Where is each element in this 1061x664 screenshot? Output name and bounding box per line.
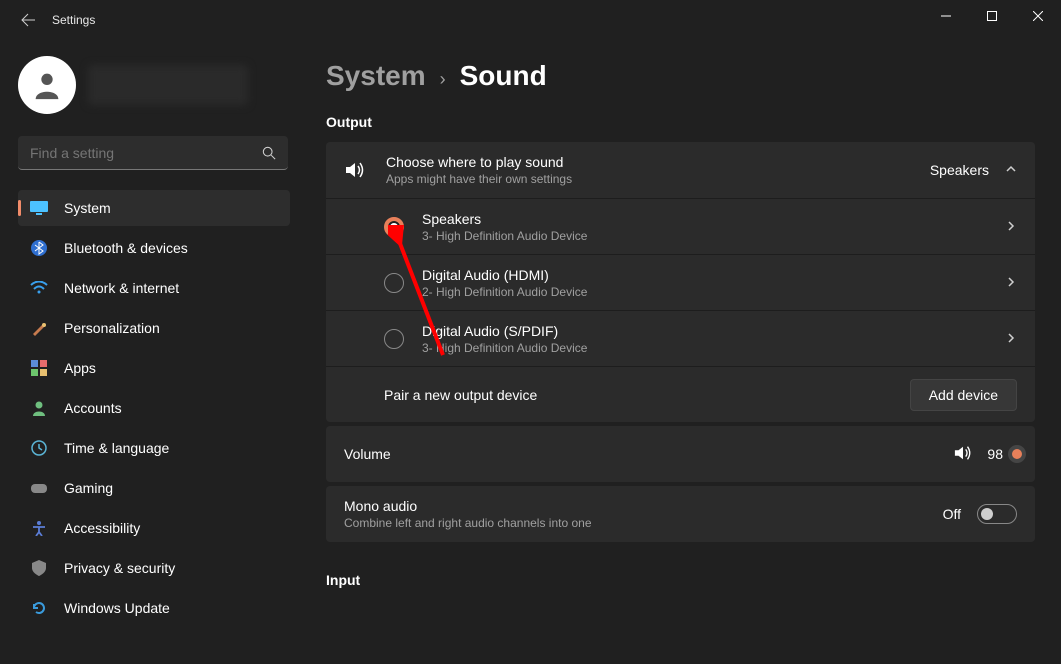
mono-title: Mono audio — [344, 498, 943, 514]
paintbrush-icon — [30, 319, 48, 337]
nav-label: System — [64, 200, 111, 216]
volume-value: 98 — [987, 446, 1003, 462]
maximize-button[interactable] — [969, 0, 1015, 32]
device-desc: 3- High Definition Audio Device — [422, 229, 1005, 243]
minimize-button[interactable] — [923, 0, 969, 32]
radio-unselected[interactable] — [384, 273, 404, 293]
maximize-icon — [987, 11, 997, 21]
wifi-icon — [30, 279, 48, 297]
search-input[interactable] — [18, 136, 288, 170]
device-name: Speakers — [422, 211, 1005, 227]
output-section-header: Output — [326, 114, 1035, 130]
nav-accessibility[interactable]: Accessibility — [18, 510, 290, 546]
back-button[interactable] — [18, 10, 38, 30]
choose-output-subtitle: Apps might have their own settings — [386, 172, 930, 186]
mono-desc: Combine left and right audio channels in… — [344, 516, 943, 530]
nav-personalization[interactable]: Personalization — [18, 310, 290, 346]
shield-icon — [30, 559, 48, 577]
chevron-right-icon — [1005, 331, 1017, 347]
nav-label: Personalization — [64, 320, 160, 336]
output-choose-card: Choose where to play sound Apps might ha… — [326, 142, 1035, 422]
nav-label: Time & language — [64, 440, 169, 456]
mono-audio-row: Mono audio Combine left and right audio … — [326, 486, 1035, 542]
chevron-right-icon — [1005, 275, 1017, 291]
nav-label: Windows Update — [64, 600, 170, 616]
apps-icon — [30, 359, 48, 377]
gaming-icon — [30, 479, 48, 497]
nav-gaming[interactable]: Gaming — [18, 470, 290, 506]
breadcrumb-parent[interactable]: System — [326, 60, 426, 92]
current-output-value: Speakers — [930, 162, 989, 178]
search-field[interactable] — [30, 145, 262, 161]
window-title: Settings — [52, 13, 95, 27]
radio-unselected[interactable] — [384, 329, 404, 349]
nav-label: Network & internet — [64, 280, 179, 296]
mono-audio-card: Mono audio Combine left and right audio … — [326, 486, 1035, 542]
close-icon — [1033, 11, 1043, 21]
close-button[interactable] — [1015, 0, 1061, 32]
system-icon — [30, 199, 48, 217]
bluetooth-icon — [30, 239, 48, 257]
chevron-up-icon — [1005, 162, 1017, 178]
profile-name-redacted — [88, 65, 248, 105]
slider-thumb[interactable] — [1008, 445, 1026, 463]
device-name: Digital Audio (HDMI) — [422, 267, 1005, 283]
update-icon — [30, 599, 48, 617]
device-name: Digital Audio (S/PDIF) — [422, 323, 1005, 339]
profile-section[interactable] — [18, 56, 290, 114]
main-content: System › Sound Output Choose where to pl… — [300, 40, 1061, 664]
minimize-icon — [941, 11, 951, 21]
pair-label: Pair a new output device — [384, 387, 910, 403]
nav-update[interactable]: Windows Update — [18, 590, 290, 626]
choose-output-title: Choose where to play sound — [386, 154, 930, 170]
arrow-left-icon — [20, 12, 36, 28]
accessibility-icon — [30, 519, 48, 537]
output-device-speakers[interactable]: Speakers 3- High Definition Audio Device — [326, 198, 1035, 254]
nav-privacy[interactable]: Privacy & security — [18, 550, 290, 586]
breadcrumb: System › Sound — [326, 60, 1035, 92]
output-device-spdif[interactable]: Digital Audio (S/PDIF) 3- High Definitio… — [326, 310, 1035, 366]
nav-bluetooth[interactable]: Bluetooth & devices — [18, 230, 290, 266]
search-icon — [262, 146, 276, 160]
nav-list: System Bluetooth & devices Network & int… — [18, 190, 290, 626]
nav-time[interactable]: Time & language — [18, 430, 290, 466]
volume-label: Volume — [344, 446, 953, 462]
toggle-state-label: Off — [943, 506, 961, 522]
pair-output-row: Pair a new output device Add device — [326, 366, 1035, 422]
chevron-right-icon — [1005, 219, 1017, 235]
nav-label: Privacy & security — [64, 560, 175, 576]
choose-output-row[interactable]: Choose where to play sound Apps might ha… — [326, 142, 1035, 198]
breadcrumb-current: Sound — [460, 60, 547, 92]
volume-card: Volume 98 — [326, 426, 1035, 482]
radio-selected[interactable] — [384, 217, 404, 237]
clock-icon — [30, 439, 48, 457]
add-device-button[interactable]: Add device — [910, 379, 1017, 411]
nav-apps[interactable]: Apps — [18, 350, 290, 386]
toggle-knob — [981, 508, 993, 520]
device-desc: 2- High Definition Audio Device — [422, 285, 1005, 299]
input-section-header: Input — [326, 572, 1035, 588]
output-device-hdmi[interactable]: Digital Audio (HDMI) 2- High Definition … — [326, 254, 1035, 310]
nav-label: Gaming — [64, 480, 113, 496]
nav-system[interactable]: System — [18, 190, 290, 226]
nav-accounts[interactable]: Accounts — [18, 390, 290, 426]
accounts-icon — [30, 399, 48, 417]
chevron-right-icon: › — [440, 69, 446, 90]
speaker-icon[interactable] — [953, 444, 973, 465]
sidebar: System Bluetooth & devices Network & int… — [0, 40, 300, 664]
volume-row: Volume 98 — [326, 426, 1035, 482]
mono-toggle[interactable] — [977, 504, 1017, 524]
nav-label: Bluetooth & devices — [64, 240, 188, 256]
nav-network[interactable]: Network & internet — [18, 270, 290, 306]
speaker-icon — [344, 159, 366, 181]
person-icon — [30, 68, 64, 102]
nav-label: Accounts — [64, 400, 122, 416]
nav-label: Apps — [64, 360, 96, 376]
device-desc: 3- High Definition Audio Device — [422, 341, 1005, 355]
avatar — [18, 56, 76, 114]
nav-label: Accessibility — [64, 520, 140, 536]
